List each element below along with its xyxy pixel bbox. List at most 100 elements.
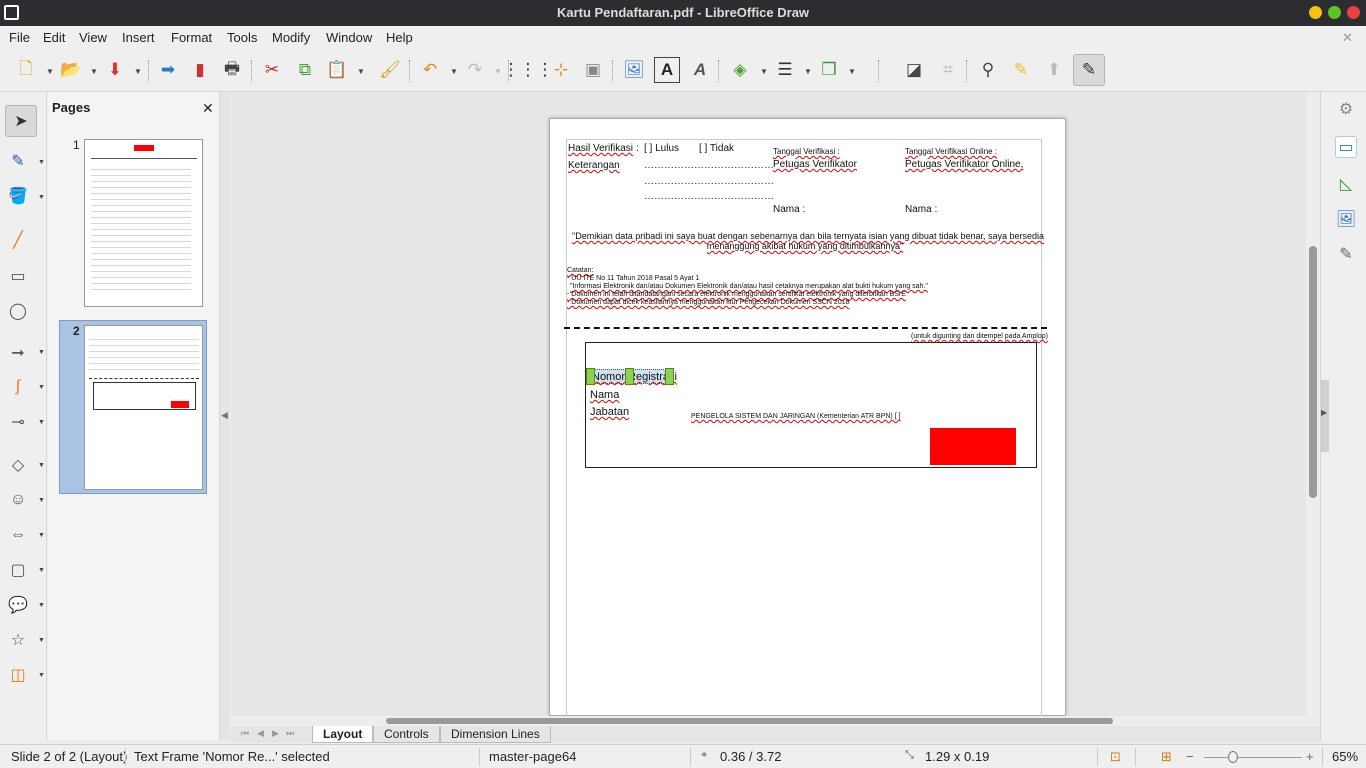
scrollbar-thumb[interactable]	[386, 718, 1113, 724]
clone-formatting-icon[interactable]: 🖌	[377, 57, 403, 83]
chevron-down-icon[interactable]: ▼	[38, 637, 45, 644]
menu-format[interactable]: Format	[171, 30, 212, 45]
open-folder-icon[interactable]: 📂	[58, 57, 84, 83]
expand-arrow-icon[interactable]: ▶	[1321, 408, 1327, 417]
copy-icon[interactable]: ⧉	[292, 57, 318, 83]
chevron-down-icon[interactable]: ▼	[760, 67, 768, 76]
align-objects-icon[interactable]: ☰	[772, 57, 798, 83]
chevron-down-icon[interactable]: ▼	[38, 194, 45, 201]
chevron-down-icon[interactable]: ▼	[38, 384, 45, 391]
shadow-icon[interactable]: ◪	[901, 57, 927, 83]
basic-shapes-icon[interactable]: ◇	[6, 453, 30, 477]
close-icon[interactable]: ✕	[202, 100, 214, 117]
properties-icon[interactable]: ▭	[1335, 136, 1357, 158]
transformations-icon[interactable]: ◈	[727, 57, 753, 83]
rectangle-tool-icon[interactable]: ▭	[6, 264, 30, 288]
chevron-down-icon[interactable]: ▼	[494, 67, 502, 76]
styles-icon[interactable]: ◺	[1335, 173, 1357, 195]
vertical-scrollbar[interactable]	[1306, 92, 1320, 716]
first-tab-arrow-icon[interactable]: ⏮	[241, 728, 249, 739]
menu-edit[interactable]: Edit	[43, 30, 65, 45]
chevron-down-icon[interactable]: ▼	[38, 567, 45, 574]
zoom-slider-track[interactable]	[1204, 757, 1302, 758]
symbol-shapes-icon[interactable]: ☺	[6, 488, 30, 512]
fit-slide-icon[interactable]: ⊞	[1161, 749, 1172, 765]
redo-icon[interactable]: ↷	[462, 57, 488, 83]
gallery-icon[interactable]: 🖼	[1335, 208, 1357, 230]
chevron-down-icon[interactable]: ▼	[38, 532, 45, 539]
menu-tools[interactable]: Tools	[227, 30, 257, 45]
prev-tab-arrow-icon[interactable]: ◀	[257, 728, 264, 739]
chevron-down-icon[interactable]: ▼	[46, 67, 54, 76]
new-document-icon[interactable]: 🗋	[13, 57, 39, 83]
gluepoints-icon[interactable]: ⬆	[1041, 57, 1067, 83]
chevron-down-icon[interactable]: ▼	[450, 67, 458, 76]
grid-icon[interactable]: ⋮⋮⋮	[503, 57, 554, 83]
print-icon[interactable]: 🖶	[219, 57, 245, 83]
arrange-icon[interactable]: ❐	[816, 57, 842, 83]
line-color-icon[interactable]: ✎	[6, 149, 30, 173]
maximize-button[interactable]	[1328, 6, 1341, 19]
chevron-down-icon[interactable]: ▼	[38, 672, 45, 679]
collapse-arrow-icon[interactable]: ◀	[221, 410, 228, 421]
chevron-down-icon[interactable]: ▼	[38, 497, 45, 504]
arrow-line-icon[interactable]: ➞	[6, 341, 30, 365]
filter-icon[interactable]: ⚲	[975, 57, 1001, 83]
page-thumbnail-1[interactable]	[84, 139, 203, 307]
close-document-icon[interactable]: ✕	[1342, 30, 1353, 46]
select-arrow-icon[interactable]: ➤	[5, 105, 37, 137]
save-icon[interactable]: ⬇	[102, 57, 128, 83]
master-page-name[interactable]: master-page64	[489, 749, 576, 764]
chevron-down-icon[interactable]: ▼	[38, 602, 45, 609]
snap-guides-icon[interactable]: ⊹	[548, 57, 574, 83]
selection-handle[interactable]	[625, 368, 634, 385]
crop-icon[interactable]: ⌗	[935, 57, 961, 83]
3d-objects-icon[interactable]: ◫	[6, 663, 30, 687]
ellipse-tool-icon[interactable]: ◯	[6, 299, 30, 323]
block-arrows-icon[interactable]: ⇔	[6, 523, 30, 547]
document-modified-icon[interactable]: ⊡	[1110, 749, 1121, 765]
fontwork-icon[interactable]: A	[687, 57, 713, 83]
horizontal-scrollbar[interactable]	[231, 716, 1306, 726]
zoom-slider-handle[interactable]	[1228, 751, 1238, 763]
minimize-button[interactable]	[1309, 6, 1322, 19]
tab-dimension-lines[interactable]: Dimension Lines	[440, 726, 551, 743]
chevron-down-icon[interactable]: ▼	[134, 67, 142, 76]
zoom-out-icon[interactable]: −	[1186, 749, 1194, 764]
next-tab-arrow-icon[interactable]: ▶	[272, 728, 279, 739]
chevron-down-icon[interactable]: ▼	[38, 159, 45, 166]
points-icon[interactable]: ✎	[1008, 57, 1034, 83]
scrollbar-thumb[interactable]	[1309, 246, 1317, 498]
panel-splitter[interactable]: ◀	[220, 92, 230, 740]
zoom-pan-icon[interactable]: ▣	[580, 57, 606, 83]
menu-view[interactable]: View	[79, 30, 107, 45]
navigator-icon[interactable]: ✎	[1335, 243, 1357, 265]
chevron-down-icon[interactable]: ▼	[38, 419, 45, 426]
last-tab-arrow-icon[interactable]: ⏭	[286, 728, 294, 739]
tab-controls[interactable]: Controls	[373, 726, 440, 743]
undo-icon[interactable]: ↶	[417, 57, 443, 83]
chevron-down-icon[interactable]: ▼	[90, 67, 98, 76]
cut-icon[interactable]: ✂	[259, 57, 285, 83]
curve-tool-icon[interactable]: ∫	[6, 375, 30, 399]
menu-modify[interactable]: Modify	[272, 30, 310, 45]
draw-functions-icon[interactable]: ✎	[1073, 54, 1105, 86]
connector-tool-icon[interactable]: ⊸	[6, 410, 30, 434]
callouts-icon[interactable]: 💬	[6, 593, 30, 617]
chevron-down-icon[interactable]: ▼	[804, 67, 812, 76]
insert-textbox-icon[interactable]: A	[654, 57, 680, 83]
menu-insert[interactable]: Insert	[122, 30, 155, 45]
line-tool-icon[interactable]: ╱	[6, 228, 30, 252]
flowchart-icon[interactable]: ▢	[6, 558, 30, 582]
sidebar-collapse-handle[interactable]: ▶	[1321, 380, 1329, 452]
fill-color-icon[interactable]: 🪣	[6, 184, 30, 208]
insert-image-icon[interactable]: 🖼	[621, 57, 647, 83]
chevron-down-icon[interactable]: ▼	[38, 349, 45, 356]
document-page[interactable]: Hasil Verifikasi : [ ] Lulus [ ] Tidak K…	[549, 118, 1066, 719]
export-pdf-icon[interactable]: ▮	[187, 57, 213, 83]
chevron-down-icon[interactable]: ▼	[38, 462, 45, 469]
zoom-in-icon[interactable]: +	[1306, 749, 1314, 764]
stars-icon[interactable]: ☆	[6, 628, 30, 652]
page-thumbnail-2[interactable]	[84, 325, 203, 490]
menu-help[interactable]: Help	[386, 30, 413, 45]
